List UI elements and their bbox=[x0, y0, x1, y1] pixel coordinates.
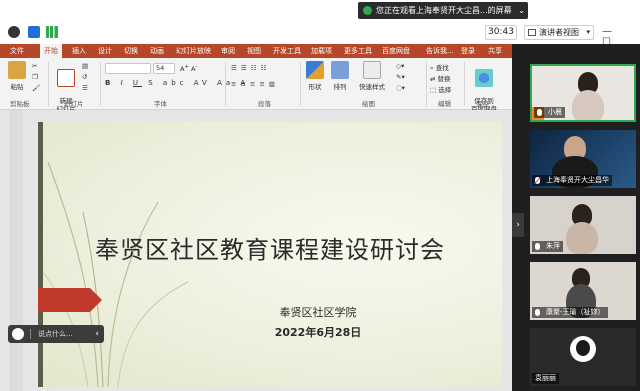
tab-design[interactable]: 设计 bbox=[98, 44, 112, 58]
list-icons[interactable]: ☰☰☷☷ bbox=[231, 64, 270, 72]
tab-animations[interactable]: 动画 bbox=[150, 44, 164, 58]
participant-name: 小晨 bbox=[548, 108, 562, 116]
signal-icon[interactable] bbox=[46, 26, 58, 38]
ribbon-home: 粘贴 ✂ ❐ 🖌 新建 幻灯片 ▤ ↺ ☰ 54 A+ A- B I U S a… bbox=[0, 58, 512, 113]
login-link[interactable]: 登录 bbox=[461, 44, 475, 58]
slide-title[interactable]: 奉贤区社区教育课程建设研讨会 bbox=[38, 230, 502, 265]
meeting-timer: 30:43 bbox=[485, 25, 517, 40]
participant-name: 朱萍 bbox=[546, 242, 560, 250]
copy-icon[interactable]: ❐ bbox=[32, 73, 38, 81]
red-arrow-shape bbox=[38, 288, 102, 312]
style-icon bbox=[363, 61, 381, 79]
participant-name: 袁丽丽 bbox=[532, 373, 559, 384]
group-font: 字体 bbox=[154, 100, 167, 108]
grid-icon bbox=[528, 29, 536, 36]
group-editing: 编辑 bbox=[438, 100, 451, 108]
clipboard-icon bbox=[8, 61, 26, 79]
group-clipboard: 剪贴板 bbox=[10, 100, 30, 108]
chevron-left-icon[interactable]: ‹ bbox=[95, 325, 99, 343]
tab-more-tools[interactable]: 更多工具 bbox=[344, 44, 372, 58]
participant-name: 上海奉贤开大尘昌华 bbox=[546, 176, 609, 184]
mic-icon bbox=[535, 243, 540, 250]
group-drawing: 绘图 bbox=[362, 100, 375, 108]
section-icon[interactable]: ☰ bbox=[82, 84, 88, 92]
slide-icon bbox=[57, 69, 75, 87]
tab-addins[interactable]: 加载项 bbox=[311, 44, 332, 58]
find-button[interactable]: ⌕ 查找 bbox=[430, 62, 449, 73]
effects-icon[interactable]: ◌▾ bbox=[396, 84, 405, 92]
grow-font-icon[interactable]: A+ A- bbox=[180, 64, 197, 73]
tab-view[interactable]: 视图 bbox=[247, 44, 261, 58]
slide-thumbnail-strip[interactable] bbox=[10, 110, 23, 391]
mic-icon bbox=[537, 109, 542, 116]
chevron-down-icon: ▾ bbox=[586, 28, 590, 36]
arrange-button[interactable]: 排列 bbox=[330, 61, 350, 91]
font-name-select[interactable] bbox=[105, 63, 151, 74]
paste-button[interactable]: 粘贴 bbox=[8, 61, 26, 91]
fill-icon[interactable]: ◇▾ bbox=[396, 62, 404, 70]
speaker-view-button[interactable]: 演讲者视图 ▾ bbox=[524, 25, 594, 40]
group-slides: 幻灯片 bbox=[64, 100, 84, 108]
select-button[interactable]: ⬚ 选择 bbox=[430, 84, 451, 94]
participant-tile[interactable]: 朱萍 bbox=[530, 196, 636, 254]
slide-organization[interactable]: 奉贤区社区学院 bbox=[238, 304, 398, 320]
mic-icon bbox=[535, 309, 540, 316]
info-icon[interactable] bbox=[8, 26, 20, 38]
participant-name: 康聚-王瑜（祉妳） bbox=[546, 308, 605, 316]
share-status-icon bbox=[363, 6, 372, 15]
slide-date[interactable]: 2022年6月28日 bbox=[238, 324, 398, 340]
replace-button[interactable]: ⇄ 替换 bbox=[430, 73, 451, 83]
tab-file[interactable]: 文件 bbox=[10, 44, 24, 58]
slide-canvas[interactable]: 奉贤区社区教育课程建设研讨会 奉贤区社区学院 2022年6月28日 bbox=[38, 122, 502, 387]
shape-button[interactable]: 形状 bbox=[305, 61, 325, 91]
align-icons[interactable]: ≡≡≡≡▥ bbox=[231, 80, 279, 88]
baidu-cloud-icon bbox=[475, 69, 493, 87]
font-size-select[interactable]: 54 bbox=[153, 63, 175, 74]
group-paragraph: 段落 bbox=[258, 100, 271, 108]
ribbon-tab-bar: 文件 开始 插入 设计 切换 动画 幻灯片放映 审阅 视图 开发工具 加载项 更… bbox=[0, 44, 512, 58]
tab-baidu[interactable]: 百度网盘 bbox=[382, 44, 410, 58]
outline-icon[interactable]: ✎▾ bbox=[396, 73, 405, 81]
share-link[interactable]: 共享 bbox=[488, 44, 502, 58]
group-save: 保存 bbox=[476, 100, 489, 108]
arrange-icon bbox=[331, 61, 349, 79]
participant-tile[interactable]: 小晨 bbox=[530, 64, 636, 122]
slide-editor-area: 奉贤区社区教育课程建设研讨会 奉贤区社区学院 2022年6月28日 bbox=[0, 110, 512, 391]
tab-review[interactable]: 审阅 bbox=[221, 44, 235, 58]
comment-placeholder: 说点什么... bbox=[38, 330, 73, 338]
quick-style-button[interactable]: 快速样式 bbox=[356, 61, 388, 91]
participant-tile[interactable]: 袁丽丽 bbox=[530, 328, 636, 386]
mic-muted-icon bbox=[535, 177, 540, 184]
tab-insert[interactable]: 插入 bbox=[72, 44, 86, 58]
window-title-bar: 您正在观看上海奉贤开大尘昌...的屏幕 ⌄ 30:43 演讲者视图 ▾ —☐ bbox=[0, 0, 640, 48]
emoji-icon[interactable] bbox=[12, 328, 24, 340]
collapse-panel-button[interactable]: › bbox=[512, 213, 524, 237]
reset-icon[interactable]: ↺ bbox=[82, 73, 87, 81]
comment-input-bar[interactable]: 说点什么... ‹ bbox=[8, 325, 104, 343]
tell-me-search[interactable]: 告诉我... bbox=[426, 44, 454, 58]
cut-icon[interactable]: ✂ bbox=[32, 62, 37, 70]
font-format-row[interactable]: B I U S abc AV Aa A bbox=[105, 79, 249, 87]
participant-tile[interactable]: 上海奉贤开大尘昌华 bbox=[530, 130, 636, 188]
tab-developer[interactable]: 开发工具 bbox=[273, 44, 301, 58]
format-painter-icon[interactable]: 🖌 bbox=[32, 84, 40, 92]
participant-panel: 小晨 上海奉贤开大尘昌华 朱萍 康聚-王瑜（祉妳） 袁丽丽 bbox=[524, 44, 640, 391]
share-banner-text: 您正在观看上海奉贤开大尘昌...的屏幕 bbox=[376, 6, 512, 15]
tab-transitions[interactable]: 切换 bbox=[124, 44, 138, 58]
screen-share-banner[interactable]: 您正在观看上海奉贤开大尘昌...的屏幕 ⌄ bbox=[358, 2, 528, 19]
tab-home[interactable]: 开始 bbox=[40, 44, 62, 58]
shapes-icon bbox=[306, 61, 324, 79]
layout-icon[interactable]: ▤ bbox=[82, 62, 88, 70]
view-label: 演讲者视图 bbox=[539, 28, 579, 37]
shield-icon[interactable] bbox=[28, 26, 40, 38]
participant-tile[interactable]: 康聚-王瑜（祉妳） bbox=[530, 262, 636, 320]
chevron-down-icon[interactable]: ⌄ bbox=[518, 2, 525, 19]
tab-slideshow[interactable]: 幻灯片放映 bbox=[176, 44, 211, 58]
